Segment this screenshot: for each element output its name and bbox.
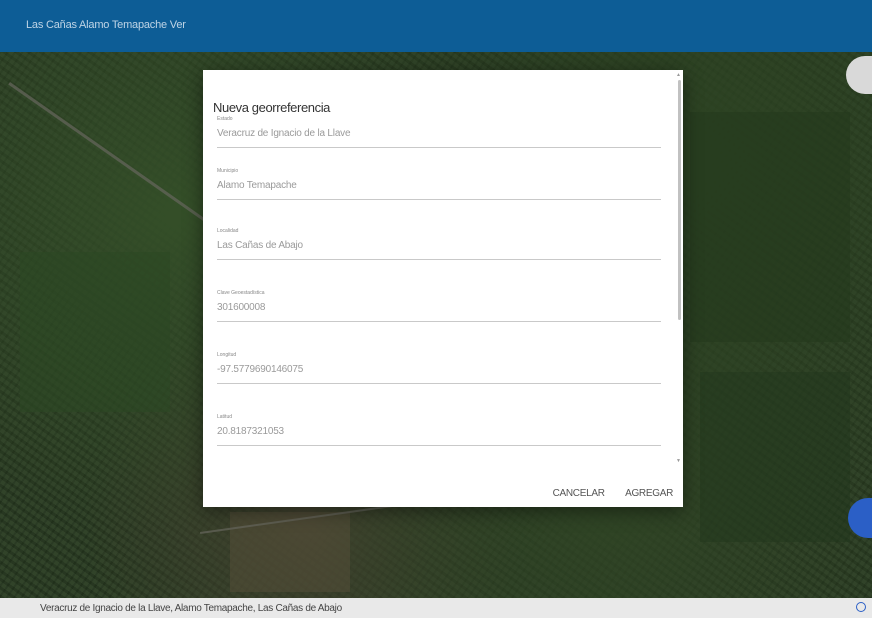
add-button[interactable]: AGREGAR [625, 488, 673, 499]
field-label: Longitud [217, 352, 237, 358]
dialog-form: Estado Veracruz de Ignacio de la Llave M… [203, 116, 679, 462]
cancel-button[interactable]: CANCELAR [553, 488, 605, 499]
field-label: Latitud [217, 414, 233, 420]
field-underline [217, 445, 661, 446]
field-value[interactable]: Alamo Temapache [217, 180, 297, 191]
field-label: Localidad [217, 228, 239, 234]
location-path-text: Veracruz de Ignacio de la Llave, Alamo T… [40, 603, 342, 614]
field-underline [217, 199, 661, 200]
dialog-actions: CANCELAR AGREGAR [537, 483, 674, 501]
field-value[interactable]: -97.5779690146075 [217, 364, 303, 375]
header-title: Las Cañas Alamo Temapache Ver [26, 19, 186, 31]
field-underline [217, 259, 661, 260]
field-underline [217, 321, 661, 322]
field-value[interactable]: Las Cañas de Abajo [217, 240, 303, 251]
scroll-up-arrow-icon[interactable]: ▲ [676, 72, 681, 78]
field-value[interactable]: 301600008 [217, 302, 265, 313]
field-value[interactable]: 20.8187321053 [217, 426, 284, 437]
location-status-bar: Veracruz de Ignacio de la Llave, Alamo T… [0, 598, 872, 618]
field-value[interactable]: Veracruz de Ignacio de la Llave [217, 128, 351, 139]
new-georeference-dialog: Nueva georreferencia Estado Veracruz de … [203, 70, 683, 507]
dialog-scrollbar[interactable] [678, 80, 681, 320]
location-icon[interactable] [856, 602, 866, 612]
app-header: Las Cañas Alamo Temapache Ver [0, 0, 872, 52]
field-label: Clave Geoestadística [217, 290, 265, 296]
field-underline [217, 383, 661, 384]
scroll-down-arrow-icon[interactable]: ▼ [676, 458, 681, 464]
field-underline [217, 147, 661, 148]
field-label: Estado [217, 116, 233, 122]
dialog-title: Nueva georreferencia [213, 100, 331, 115]
field-label: Municipio [217, 168, 239, 174]
